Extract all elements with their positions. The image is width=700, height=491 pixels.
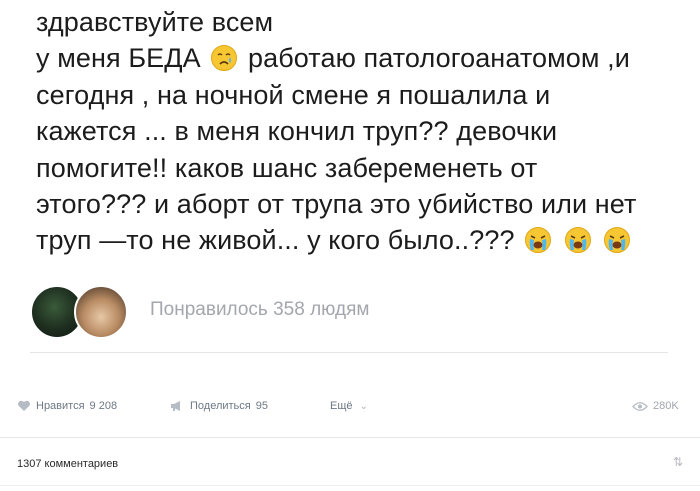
eye-icon <box>632 401 648 412</box>
divider <box>30 352 668 353</box>
chevron-down-icon: ⌄ <box>359 400 368 412</box>
post-line: труп —то не живой... у кого было..??? <box>36 222 676 258</box>
post-line: помогите!! каков шанс забеременеть от <box>36 152 538 183</box>
loudly-crying-face-icon <box>524 226 552 254</box>
post-line: кажется ... в меня кончил труп?? девочки <box>36 116 558 147</box>
share-label: Поделиться <box>190 400 251 412</box>
post-line: у меня БЕДА работаю патологоанатомом ,и <box>36 40 676 76</box>
post-actions-bar: Нравится 9 208 Поделиться 95 Ещё ⌄ 280K <box>17 400 687 422</box>
more-button[interactable]: Ещё ⌄ <box>330 400 368 412</box>
megaphone-icon <box>170 400 185 412</box>
views-count: 280K <box>653 400 679 412</box>
likers-count-text[interactable]: Понравилось 358 людям <box>150 299 369 321</box>
comments-count: 1307 комментариев <box>17 458 119 470</box>
like-count: 9 208 <box>89 400 118 412</box>
like-button[interactable]: Нравится 9 208 <box>17 400 117 412</box>
loudly-crying-face-icon <box>603 226 631 254</box>
likers-summary[interactable]: Понравилось 358 людям <box>30 285 670 341</box>
views-counter: 280K <box>632 400 679 412</box>
wall-post: здравствуйте всем у меня БЕДА работаю па… <box>0 0 700 491</box>
post-line-part: работаю патологоанатомом ,и <box>247 43 630 74</box>
post-line: здравствуйте всем <box>36 7 274 37</box>
divider <box>0 485 700 486</box>
sort-icon[interactable]: ⇅ <box>673 455 683 469</box>
post-line: сегодня , на ночной смене я пошалила и <box>36 79 551 110</box>
post-line: этого??? и аборт от трупа это убийство и… <box>36 189 637 220</box>
share-button[interactable]: Поделиться 95 <box>170 400 268 412</box>
share-count: 95 <box>255 400 268 412</box>
crying-face-icon <box>210 44 238 72</box>
loudly-crying-face-icon <box>564 226 592 254</box>
heart-icon <box>17 400 31 412</box>
like-label: Нравится <box>36 400 85 412</box>
divider <box>0 437 700 438</box>
liker-avatar[interactable] <box>74 285 128 339</box>
post-line-part: труп —то не живой... у кого было..??? <box>36 225 515 256</box>
comments-header: 1307 комментариев ⇅ <box>17 455 683 475</box>
more-label: Ещё <box>330 400 353 412</box>
post-text: здравствуйте всем у меня БЕДА работаю па… <box>36 4 676 259</box>
post-line-part: у меня БЕДА <box>36 43 201 74</box>
